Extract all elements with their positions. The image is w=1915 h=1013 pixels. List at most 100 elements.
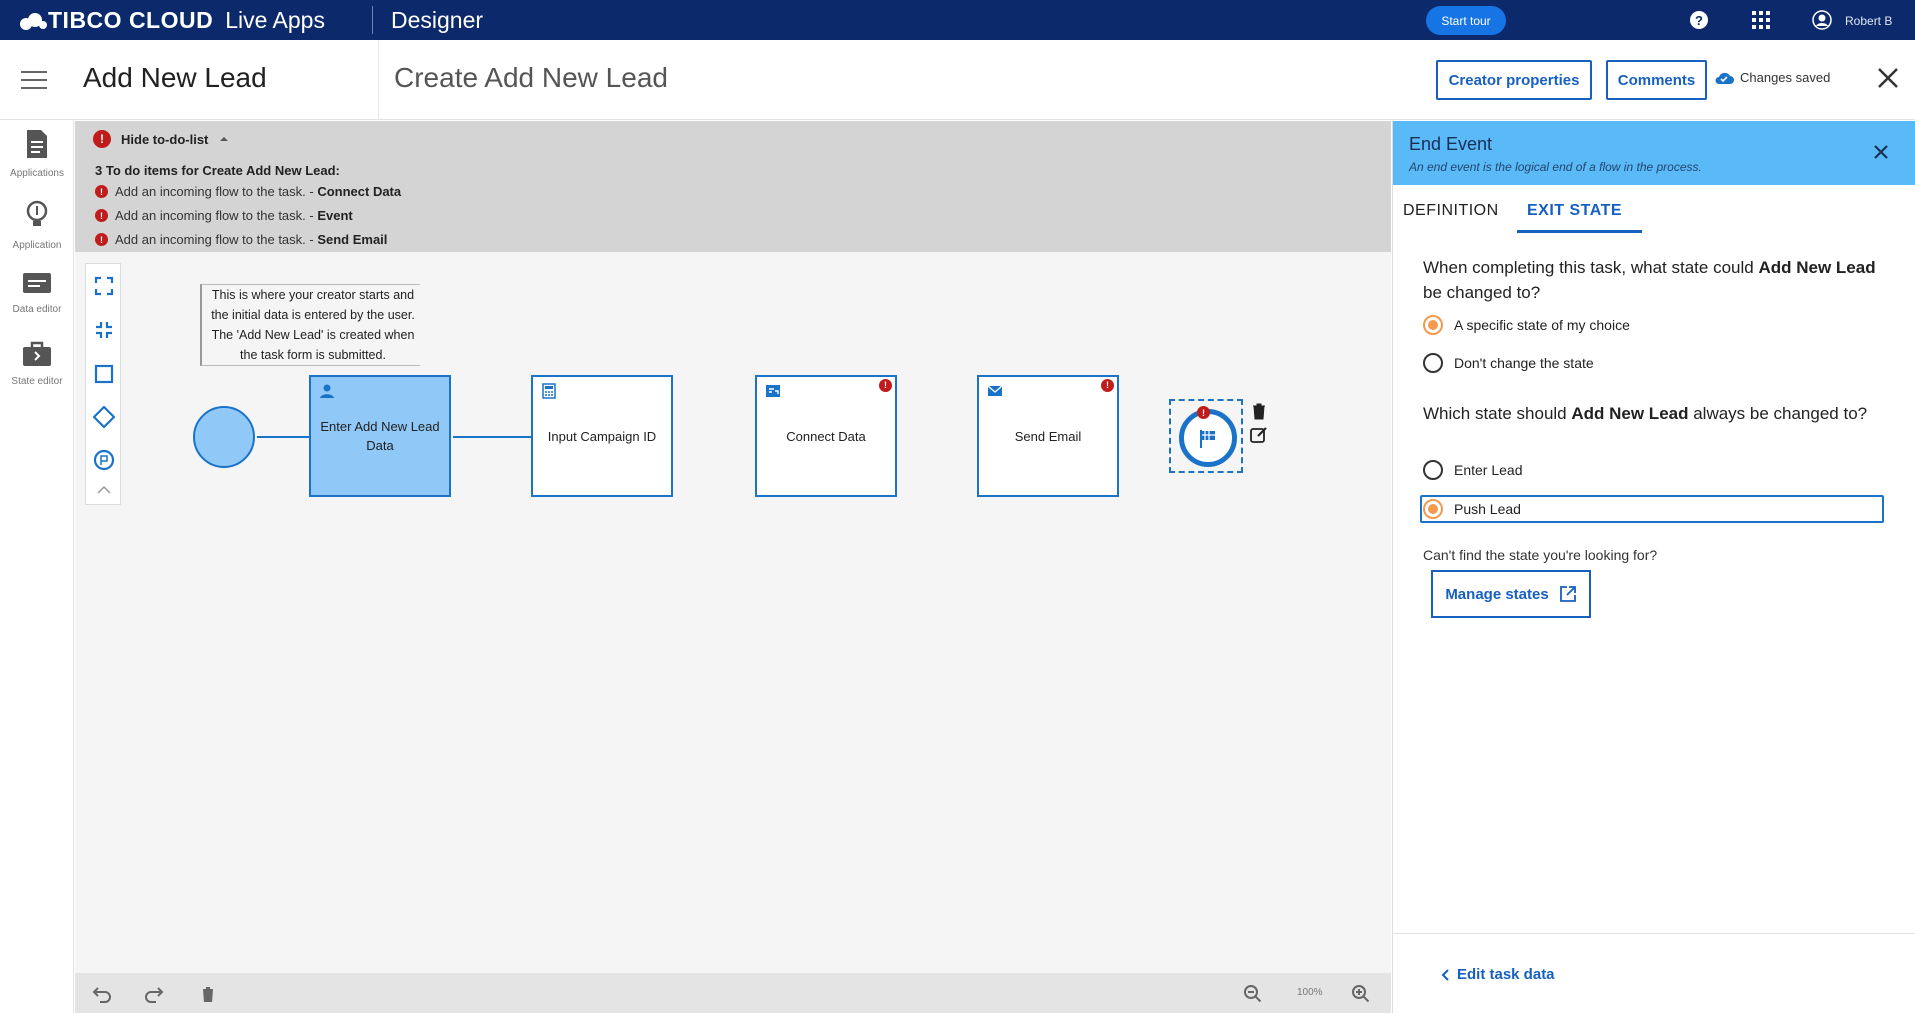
help-text: Can't find the state you're looking for? xyxy=(1423,547,1658,563)
error-icon: ! xyxy=(95,209,108,222)
shape-palette xyxy=(85,263,121,505)
creator-properties-button[interactable]: Creator properties xyxy=(1436,60,1592,100)
lightbulb-icon xyxy=(26,200,48,226)
todo-item[interactable]: ! Add an incoming flow to the task. - Co… xyxy=(95,184,401,199)
radio-push-lead[interactable]: Push Lead xyxy=(1423,499,1521,519)
tibco-logo[interactable]: TIBCO CLOUD Live Apps xyxy=(18,7,325,34)
data-editor-icon xyxy=(23,273,51,293)
question-text: always be changed to? xyxy=(1688,404,1868,423)
error-icon: ! xyxy=(93,130,111,148)
rail-item-data-editor[interactable]: Data editor xyxy=(0,271,74,315)
task-enter-add-new-lead-data[interactable]: Enter Add New Lead Data xyxy=(309,375,451,497)
gateway-shape-icon[interactable] xyxy=(92,405,116,429)
todo-item[interactable]: ! Add an incoming flow to the task. - Se… xyxy=(95,232,387,247)
comments-button[interactable]: Comments xyxy=(1606,60,1707,100)
radio-button[interactable] xyxy=(1423,315,1443,335)
canvas-toolbar: 100% xyxy=(75,973,1391,1013)
topbar-divider xyxy=(372,6,373,34)
start-event[interactable] xyxy=(193,406,255,468)
section-name: Designer xyxy=(391,7,484,33)
close-icon[interactable] xyxy=(1874,64,1902,92)
rail-item-application[interactable]: Application xyxy=(0,199,74,251)
close-icon[interactable] xyxy=(1872,143,1890,161)
radio-button[interactable] xyxy=(1423,499,1443,519)
task-send-email[interactable]: ! Send Email xyxy=(977,375,1119,497)
trash-icon[interactable] xyxy=(1249,401,1269,421)
app-title: Add New Lead xyxy=(83,62,267,93)
external-link-icon xyxy=(1559,586,1576,602)
redo-icon[interactable] xyxy=(143,983,165,1005)
error-icon: ! xyxy=(1101,379,1114,392)
radio-label: Push Lead xyxy=(1454,501,1521,517)
edit-task-label: Edit task data xyxy=(1457,966,1555,983)
end-event-shape-icon[interactable] xyxy=(92,448,116,472)
radio-button[interactable] xyxy=(1423,353,1443,373)
tab-definition[interactable]: DEFINITION xyxy=(1403,202,1499,220)
rail-label: State editor xyxy=(11,376,63,387)
rail-label: Applications xyxy=(10,168,64,179)
task-input-campaign-id[interactable]: Input Campaign ID xyxy=(531,375,673,497)
todo-toggle[interactable]: ! Hide to-do-list xyxy=(93,130,230,148)
calculator-icon xyxy=(542,383,556,399)
task-label: Enter Add New Lead Data xyxy=(320,419,440,453)
end-event[interactable] xyxy=(1179,409,1237,467)
fit-screen-icon[interactable] xyxy=(92,274,116,298)
title-divider xyxy=(378,40,379,120)
user-avatar-icon[interactable] xyxy=(1811,9,1833,31)
process-canvas[interactable]: ! Hide to-do-list 3 To do items for Crea… xyxy=(75,121,1391,1013)
zoom-level: 100% xyxy=(1297,987,1323,998)
radio-dont-change[interactable]: Don't change the state xyxy=(1423,353,1594,373)
top-bar: TIBCO CLOUD Live Apps Designer Start tou… xyxy=(0,0,1915,40)
task-label: Send Email xyxy=(1014,428,1082,444)
mail-icon xyxy=(987,385,1003,396)
briefcase-icon xyxy=(23,341,51,366)
zoom-out-icon[interactable] xyxy=(1242,983,1264,1005)
todo-summary: 3 To do items for Create Add New Lead: xyxy=(95,163,340,178)
chevron-up-icon[interactable] xyxy=(92,482,116,498)
zoom-in-icon[interactable] xyxy=(1350,983,1372,1005)
question-bold: Add New Lead xyxy=(1758,258,1876,277)
task-connect-data[interactable]: ! Connect Data xyxy=(755,375,897,497)
panel-title: End Event xyxy=(1409,134,1493,154)
diagram-annotation[interactable]: This is where your creator starts and th… xyxy=(200,284,420,366)
radio-enter-lead[interactable]: Enter Lead xyxy=(1423,460,1523,480)
tibco-cloud-icon xyxy=(20,12,47,30)
title-bar: Add New Lead Create Add New Lead Creator… xyxy=(0,40,1915,120)
radio-label: Don't change the state xyxy=(1454,355,1594,371)
error-icon: ! xyxy=(879,379,892,392)
svg-text:?: ? xyxy=(1695,13,1703,28)
flag-icon xyxy=(1200,430,1215,448)
task-shape-icon[interactable] xyxy=(92,362,116,386)
radio-label: A specific state of my choice xyxy=(1454,317,1630,333)
todo-item-text: Add an incoming flow to the task. - xyxy=(115,232,318,247)
manage-states-button[interactable]: Manage states xyxy=(1431,570,1591,618)
todo-item[interactable]: ! Add an incoming flow to the task. - Ev… xyxy=(95,208,353,223)
product-name: Live Apps xyxy=(225,7,325,33)
todo-item-text: Add an incoming flow to the task. - xyxy=(115,184,318,199)
rail-label: Application xyxy=(12,240,62,251)
undo-icon[interactable] xyxy=(91,983,113,1005)
edit-icon[interactable] xyxy=(1249,425,1269,445)
menu-icon[interactable] xyxy=(21,71,47,89)
collapse-icon[interactable] xyxy=(92,318,116,342)
rail-item-state-editor[interactable]: State editor xyxy=(0,341,74,387)
rail-label: Data editor xyxy=(12,304,62,315)
rail-item-applications[interactable]: Applications xyxy=(0,129,74,179)
todo-list: ! Hide to-do-list 3 To do items for Crea… xyxy=(75,121,1391,252)
properties-panel: End Event An end event is the logical en… xyxy=(1392,121,1915,1013)
save-status: Changes saved xyxy=(1714,70,1830,85)
todo-item-target: Connect Data xyxy=(317,184,402,199)
radio-specific-state[interactable]: A specific state of my choice xyxy=(1423,315,1630,335)
save-status-text: Changes saved xyxy=(1740,70,1831,85)
trash-icon[interactable] xyxy=(197,983,219,1005)
start-tour-button[interactable]: Start tour xyxy=(1426,6,1506,35)
help-icon[interactable]: ? xyxy=(1688,9,1710,31)
connector-icon xyxy=(766,385,780,397)
edit-task-data-link[interactable]: Edit task data xyxy=(1441,966,1555,983)
radio-button[interactable] xyxy=(1423,460,1443,480)
document-icon xyxy=(27,130,47,158)
tab-exit-state[interactable]: EXIT STATE xyxy=(1517,202,1643,233)
manage-states-label: Manage states xyxy=(1445,585,1549,603)
user-name[interactable]: Robert B xyxy=(1845,14,1892,28)
app-grid-icon[interactable] xyxy=(1750,9,1772,31)
